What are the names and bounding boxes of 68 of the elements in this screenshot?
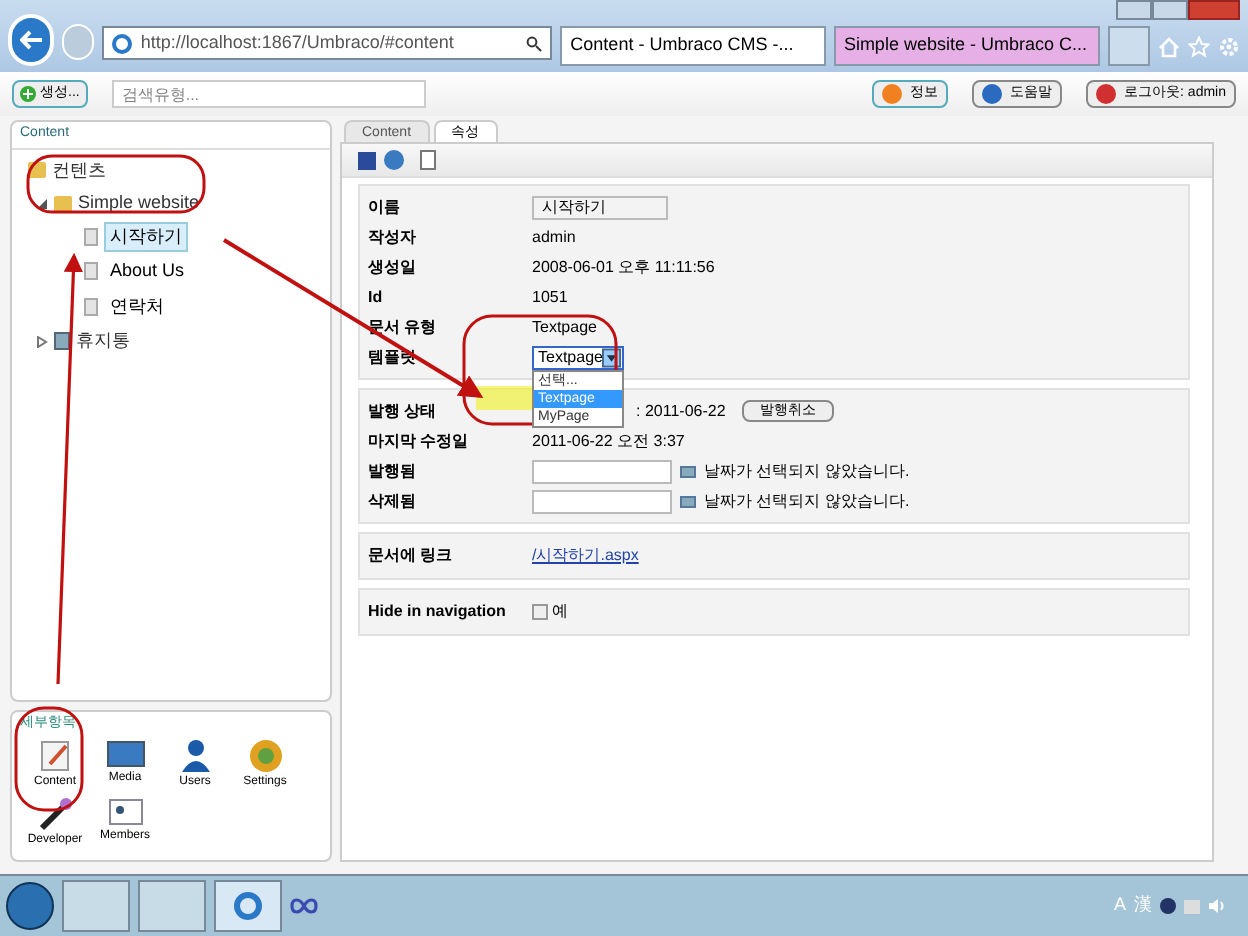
minimize-button[interactable] <box>1116 0 1152 20</box>
date-note: 날짜가 선택되지 않았습니다. <box>704 459 910 483</box>
address-bar[interactable]: http://localhost:1867/Umbraco/#content <box>102 26 553 60</box>
browser-tab[interactable]: Simple website - Umbraco C... <box>833 26 1100 66</box>
start-button[interactable] <box>6 882 54 930</box>
publish-date: : 2011-06-22 <box>636 399 726 423</box>
plus-icon <box>20 86 36 102</box>
back-button[interactable] <box>8 14 55 66</box>
annotation-outline <box>14 706 84 812</box>
checkbox-label: 예 <box>552 599 568 623</box>
new-tab-button[interactable] <box>1107 26 1150 66</box>
speaker-icon[interactable] <box>1208 898 1226 914</box>
tree-item[interactable]: 시작하기 <box>104 221 188 252</box>
field-label: 삭제됨 <box>368 489 418 513</box>
name-field[interactable]: 시작하기 <box>532 195 668 219</box>
field-value: 2008-06-01 오후 11:11:56 <box>532 255 715 279</box>
tree-item[interactable]: 연락처 <box>104 291 170 322</box>
browser-logo-icon <box>112 33 133 53</box>
calendar-icon[interactable] <box>680 495 696 507</box>
browser-taskbar-icon[interactable] <box>214 880 282 932</box>
infinity-taskbar-icon[interactable] <box>290 898 318 914</box>
url-text: http://localhost:1867/Umbraco/#content <box>140 29 456 56</box>
field-value: 1051 <box>532 285 568 309</box>
tree-item[interactable]: Simple website <box>78 190 200 217</box>
color-wheel-icon <box>247 737 283 773</box>
tree-item[interactable]: About Us <box>104 256 191 287</box>
id-card-icon <box>107 795 143 827</box>
field-label: 작성자 <box>368 225 418 249</box>
close-button[interactable] <box>1188 0 1240 20</box>
bin-icon <box>54 332 70 351</box>
preview-icon[interactable] <box>420 150 436 170</box>
field-label: 이름 <box>368 195 402 219</box>
pencil-page-icon <box>37 737 73 773</box>
field-value: admin <box>532 225 576 249</box>
page-link[interactable]: /시작하기.aspx <box>532 543 639 567</box>
home-icon[interactable] <box>1158 36 1180 58</box>
tree-item[interactable]: 컨텐츠 <box>52 157 106 184</box>
forward-button[interactable] <box>62 24 95 60</box>
checkbox[interactable] <box>532 603 548 619</box>
search-field[interactable]: 검색유형... <box>111 80 426 108</box>
field-label: 문서에 링크 <box>368 543 455 567</box>
wand-icon <box>37 795 73 831</box>
field-value: Textpage <box>532 315 597 339</box>
settings-icon[interactable] <box>1218 36 1240 58</box>
field-value: 2011-06-22 오전 3:37 <box>532 429 685 453</box>
expander-icon[interactable] <box>36 197 48 210</box>
field-label: Hide in navigation <box>368 599 508 623</box>
field-label: 발행됨 <box>368 459 418 483</box>
star-icon[interactable] <box>1188 36 1210 58</box>
date-note: 날짜가 선택되지 않았습니다. <box>704 489 910 513</box>
field-label: 마지막 수정일 <box>368 429 471 453</box>
back-arrow-icon <box>19 30 44 50</box>
date-field[interactable] <box>532 489 672 513</box>
field-label: 발행 상태 <box>368 399 439 423</box>
date-field[interactable] <box>532 459 672 483</box>
app-taskbar-icon[interactable] <box>138 880 206 932</box>
search-icon <box>526 35 543 51</box>
tree-item[interactable]: 휴지통 <box>76 328 130 355</box>
browser-tab[interactable]: Content - Umbraco CMS -... <box>560 26 826 66</box>
expander-icon[interactable] <box>36 335 48 348</box>
field-label: 템플릿 <box>368 345 418 369</box>
template-dropdown[interactable]: Textpage <box>532 345 624 369</box>
field-label: Id <box>368 285 385 309</box>
monitor-icon <box>105 737 145 769</box>
calendar-icon[interactable] <box>680 465 696 477</box>
user-icon <box>179 737 211 773</box>
field-label: 생성일 <box>368 255 418 279</box>
maximize-button[interactable] <box>1152 0 1188 20</box>
